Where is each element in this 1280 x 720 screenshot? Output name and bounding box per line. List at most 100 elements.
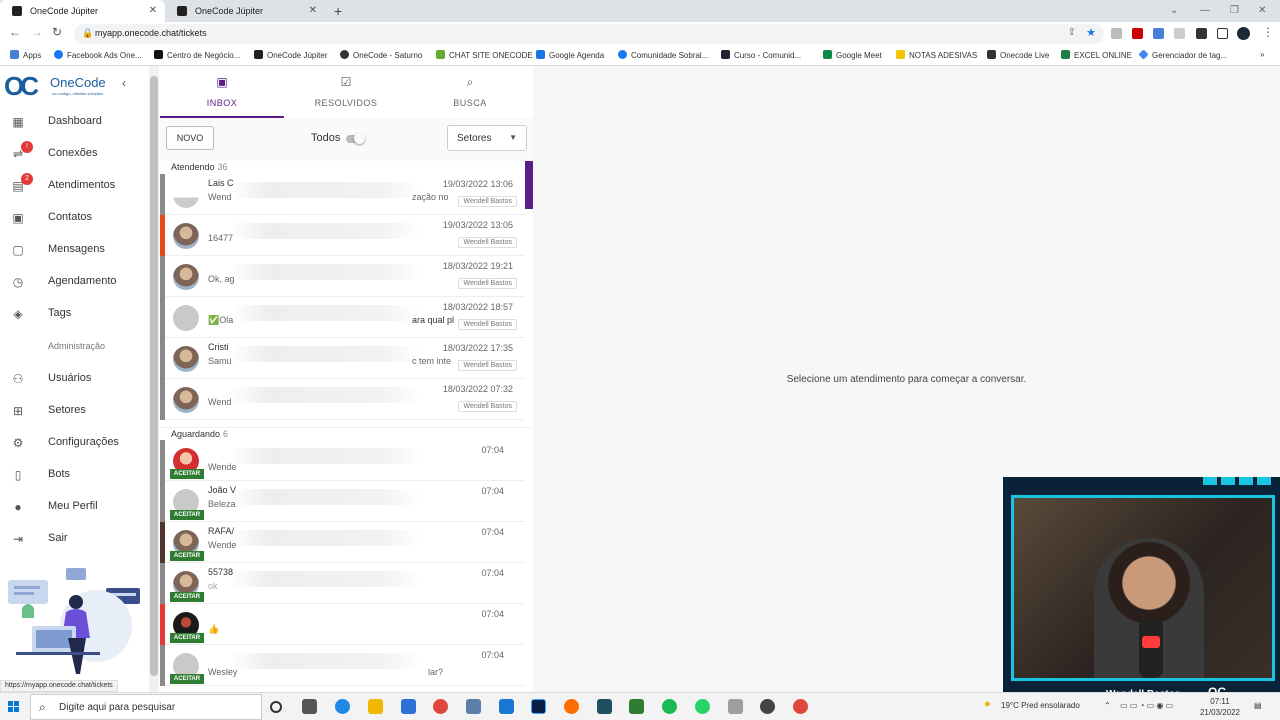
app-icon[interactable]: [597, 699, 612, 714]
new-ticket-button[interactable]: NOVO: [166, 126, 214, 150]
notification-icon[interactable]: ▤: [1254, 701, 1262, 710]
sidebar-item-meu-perfil[interactable]: ● Meu Perfil: [0, 495, 148, 519]
more-icon[interactable]: ⋮: [1262, 25, 1274, 39]
queue-select[interactable]: Setores ▼: [447, 125, 527, 151]
share-icon[interactable]: ⇪: [1068, 27, 1076, 38]
bookmark[interactable]: Google Meet: [823, 50, 882, 60]
whatsapp-icon[interactable]: [695, 699, 710, 714]
sidebar-item-tags[interactable]: ◈ Tags: [0, 302, 148, 326]
bookmark[interactable]: OneCode - Saturno: [340, 50, 422, 60]
ticket-row[interactable]: ACEITAR Wesley lar? 07:04: [160, 645, 525, 686]
weather-text[interactable]: 19°C Pred ensolarado: [1001, 701, 1080, 710]
photoshop-icon[interactable]: [531, 699, 546, 714]
sidebar-item-atendimentos[interactable]: ▤ 2 Atendimentos: [0, 173, 148, 198]
ticket-row[interactable]: Wend 18/03/2022 07:32 Wendell Bastos: [160, 379, 525, 420]
spotify-icon[interactable]: [662, 699, 677, 714]
sidebar-scrollbar[interactable]: [149, 66, 159, 692]
sidebar-item-mensagens[interactable]: ▢ Mensagens: [0, 238, 148, 262]
task-view-icon[interactable]: [302, 699, 317, 714]
show-all-toggle[interactable]: [346, 133, 365, 144]
extension-icon[interactable]: [1132, 28, 1143, 39]
ticket-row[interactable]: ACEITAR João V Beleza 07:04: [160, 481, 525, 522]
firefox-icon[interactable]: [564, 699, 579, 714]
accept-button[interactable]: ACEITAR: [170, 674, 204, 684]
new-tab-icon[interactable]: +: [334, 0, 342, 22]
sidebar-item-agendamento[interactable]: ◷ Agendamento: [0, 270, 148, 294]
tray-icons[interactable]: ▭ ▭ ◔ ▭ ◉ ▭: [1120, 701, 1173, 710]
extension-icon[interactable]: [1174, 28, 1185, 39]
ticket-row[interactable]: Cristi Samu c tem inte 18/03/2022 17:35 …: [160, 338, 525, 379]
system-clock[interactable]: 07:11 21/03/2022: [1197, 696, 1243, 718]
sidebar-item-contatos[interactable]: ▣ Contatos: [0, 206, 148, 230]
url-field[interactable]: 🔒 myapp.onecode.chat/tickets ⇪ ★: [74, 24, 1104, 44]
excel-icon[interactable]: [629, 699, 644, 714]
app-icon[interactable]: [728, 699, 743, 714]
bookmark[interactable]: NOTAS ADESIVAS: [896, 50, 977, 60]
chevron-left-icon[interactable]: ‹: [122, 76, 126, 90]
close-tab-icon[interactable]: ✕: [309, 0, 317, 22]
bookmark[interactable]: OneCode Júpiter: [254, 50, 327, 60]
app-icon[interactable]: [466, 699, 481, 714]
bookmark[interactable]: Facebook Ads One...: [54, 50, 142, 60]
ticket-row[interactable]: ACEITAR Wende 07:04: [160, 440, 525, 481]
more-bookmarks-icon[interactable]: »: [1260, 50, 1264, 59]
windows-start-icon[interactable]: [8, 701, 20, 713]
accept-button[interactable]: ACEITAR: [170, 469, 204, 479]
cortana-icon[interactable]: [270, 701, 282, 713]
accept-button[interactable]: ACEITAR: [170, 510, 204, 520]
sidebar-item-conexoes[interactable]: ⇌ ! Conexões: [0, 141, 148, 166]
close-window-icon[interactable]: ✕: [1258, 0, 1266, 22]
bookmark-apps[interactable]: Apps: [10, 50, 41, 60]
sidebar-item-bots[interactable]: ▯ Bots: [0, 463, 148, 487]
minimize-icon[interactable]: —: [1200, 0, 1210, 22]
browser-tab-1[interactable]: OneCode Júpiter ✕: [0, 0, 165, 22]
tray-chevron-icon[interactable]: ⌃: [1104, 701, 1111, 710]
restore-icon[interactable]: ❐: [1230, 0, 1239, 22]
forward-icon[interactable]: →: [31, 25, 43, 39]
ticket-row[interactable]: 16477 19/03/2022 13:05 Wendell Bastos: [160, 215, 525, 256]
ticket-row[interactable]: ACEITAR 55738 ok 07:04: [160, 563, 525, 604]
bookmark[interactable]: Google Agenda: [536, 50, 604, 60]
bookmark[interactable]: Centro de Negócio...: [154, 50, 240, 60]
sidebar-item-configuracoes[interactable]: ⚙ Configurações: [0, 431, 148, 455]
chevron-down-icon[interactable]: ⌄: [1170, 0, 1178, 22]
taskbar-search[interactable]: ⌕ Digite aqui para pesquisar: [30, 694, 262, 720]
mail-icon[interactable]: [499, 699, 514, 714]
sidebar-item-dashboard[interactable]: ▦ Dashboard: [0, 110, 148, 134]
browser-tab-2[interactable]: OneCode Júpiter ✕: [165, 0, 325, 22]
accept-button[interactable]: ACEITAR: [170, 592, 204, 602]
accept-button[interactable]: ACEITAR: [170, 551, 204, 561]
bookmark[interactable]: Gerenciador de tag...: [1138, 49, 1227, 60]
reload-icon[interactable]: ↻: [52, 25, 62, 39]
back-icon[interactable]: ←: [9, 25, 21, 39]
accept-button[interactable]: ACEITAR: [170, 633, 204, 643]
sidepanel-icon[interactable]: [1217, 28, 1228, 39]
scrollbar-thumb[interactable]: [150, 76, 158, 676]
sidebar-item-setores[interactable]: ⊞ Setores: [0, 399, 148, 423]
avatar[interactable]: [1237, 27, 1250, 40]
tab-resolvidos[interactable]: ☑ RESOLVIDOS: [284, 66, 408, 118]
chrome-icon[interactable]: [793, 699, 808, 714]
puzzle-icon[interactable]: [1196, 28, 1207, 39]
bookmark[interactable]: CHAT SITE ONECODE: [436, 50, 533, 60]
ticket-row[interactable]: ACEITAR 👍 07:04: [160, 604, 525, 645]
close-tab-icon[interactable]: ✕: [149, 0, 157, 22]
obs-icon[interactable]: [760, 699, 775, 714]
sidebar-item-sair[interactable]: ⇥ Sair: [0, 527, 148, 551]
ticket-row[interactable]: ACEITAR RAFA/ Wende 07:04: [160, 522, 525, 563]
extension-icon[interactable]: [1111, 28, 1122, 39]
ticket-row[interactable]: ✅Ola ara qual pl 18/03/2022 18:57 Wendel…: [160, 297, 525, 338]
edge-icon[interactable]: [335, 699, 350, 714]
bookmark[interactable]: EXCEL ONLINE: [1061, 50, 1132, 60]
extension-icon[interactable]: [1153, 28, 1164, 39]
folder-icon[interactable]: [368, 699, 383, 714]
ticket-row[interactable]: Ok, ag 18/03/2022 19:21 Wendell Bastos: [160, 256, 525, 297]
sidebar-item-usuarios[interactable]: ⚇ Usuários: [0, 367, 148, 391]
bookmark[interactable]: Onecode Live: [987, 50, 1049, 60]
tab-busca[interactable]: ⌕ BUSCA: [408, 66, 532, 118]
store-icon[interactable]: [401, 699, 416, 714]
tab-inbox[interactable]: ▣ INBOX: [160, 66, 284, 118]
star-icon[interactable]: ★: [1086, 26, 1096, 39]
ticket-row[interactable]: Lais C Wend zação no 19/03/2022 13:06 We…: [160, 174, 525, 215]
bookmark[interactable]: Curso - Comunid...: [721, 50, 801, 60]
